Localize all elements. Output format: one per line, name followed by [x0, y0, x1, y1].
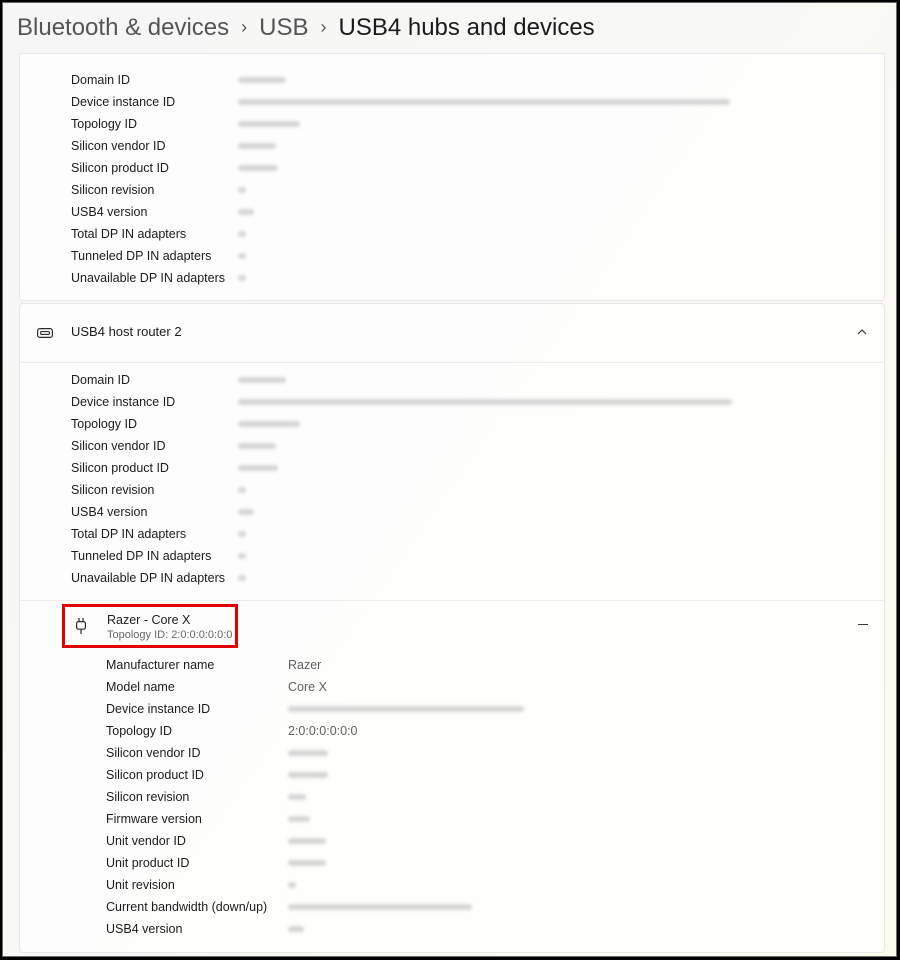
redacted-value — [288, 882, 296, 888]
device-silicon-vendor-id: Silicon vendor ID — [106, 746, 201, 760]
usb4-host-router-1-details: Domain ID Device instance ID Topology ID… — [19, 53, 885, 301]
usb4-host-router-2-header[interactable]: USB4 host router 2 — [20, 304, 884, 363]
router1-silicon-vendor-id: Silicon vendor ID — [71, 139, 166, 153]
redacted-value — [238, 253, 246, 259]
breadcrumb-separator: › — [241, 16, 248, 37]
device-silicon-revision: Silicon revision — [106, 790, 190, 804]
settings-window: Bluetooth & devices › USB › USB4 hubs an… — [2, 2, 897, 957]
redacted-value — [238, 465, 278, 471]
page-title: USB4 hubs and devices — [338, 14, 595, 41]
router2-silicon-product-id: Silicon product ID — [71, 461, 169, 475]
breadcrumb-usb[interactable]: USB — [259, 14, 308, 42]
router1-silicon-revision: Silicon revision — [71, 183, 155, 197]
redacted-value — [288, 794, 306, 800]
usb-plug-icon — [76, 618, 87, 634]
router1-domain-id: Domain ID — [71, 73, 131, 87]
redacted-value — [238, 575, 246, 581]
router2-silicon-revision: Silicon revision — [71, 483, 155, 497]
device-topology-id: Topology ID — [106, 724, 173, 738]
device-current-bandwidth: Current bandwidth (down/up) — [106, 900, 268, 914]
usb-port-icon — [37, 328, 53, 338]
device-model-value: Core X — [288, 680, 327, 694]
redacted-value — [288, 926, 304, 932]
device-firmware-version: Firmware version — [106, 812, 202, 826]
router2-device-instance-id: Device instance ID — [71, 395, 176, 409]
device-manufacturer-name: Manufacturer name — [106, 658, 215, 672]
router2-total-dp-in: Total DP IN adapters — [71, 527, 187, 541]
breadcrumb-bluetooth-devices[interactable]: Bluetooth & devices — [17, 14, 229, 42]
router2-usb4-version: USB4 version — [71, 505, 148, 519]
router2-tunneled-dp-in: Tunneled DP IN adapters — [71, 549, 212, 563]
redacted-value — [238, 165, 278, 171]
redacted-value — [238, 275, 246, 281]
redacted-value — [288, 838, 326, 844]
redacted-value — [238, 99, 730, 105]
router1-unavailable-dp-in: Unavailable DP IN adapters — [71, 271, 226, 285]
router1-device-instance-id: Device instance ID — [71, 95, 176, 109]
breadcrumb: Bluetooth & devices › USB › USB4 hubs an… — [17, 11, 595, 45]
router2-silicon-vendor-id: Silicon vendor ID — [71, 439, 166, 453]
redacted-value — [238, 553, 246, 559]
redacted-value — [238, 531, 246, 537]
redacted-value — [238, 487, 246, 493]
redacted-value — [288, 816, 310, 822]
device-unit-product-id: Unit product ID — [106, 856, 190, 870]
redacted-value — [288, 750, 328, 756]
section-divider — [20, 600, 884, 601]
redacted-value — [238, 121, 300, 127]
router-title: USB4 host router 2 — [71, 324, 182, 339]
router2-topology-id: Topology ID — [71, 417, 138, 431]
router1-usb4-version: USB4 version — [71, 205, 148, 219]
router1-tunneled-dp-in: Tunneled DP IN adapters — [71, 249, 212, 263]
device-title: Razer - Core X — [107, 613, 191, 627]
device-unit-revision: Unit revision — [106, 878, 175, 892]
router1-silicon-product-id: Silicon product ID — [71, 161, 169, 175]
device-topology-subtitle: Topology ID: 2:0:0:0:0:0:0 — [107, 629, 233, 641]
redacted-value — [288, 860, 326, 866]
router2-domain-id: Domain ID — [71, 373, 131, 387]
redacted-value — [238, 377, 286, 383]
redacted-value — [238, 187, 246, 193]
minus-icon[interactable] — [858, 624, 868, 625]
device-manufacturer-value: Razer — [288, 658, 322, 672]
router2-unavailable-dp-in: Unavailable DP IN adapters — [71, 571, 226, 585]
redacted-value — [238, 399, 732, 405]
device-usb4-version: USB4 version — [106, 922, 183, 936]
usb4-host-router-2-card: USB4 host router 2 Domain ID Device inst… — [19, 303, 885, 953]
breadcrumb-separator: › — [320, 16, 327, 37]
redacted-value — [288, 772, 328, 778]
router1-topology-id: Topology ID — [71, 117, 138, 131]
device-silicon-product-id: Silicon product ID — [106, 768, 204, 782]
device-topology-value: 2:0:0:0:0:0:0 — [288, 724, 358, 738]
redacted-value — [238, 443, 276, 449]
chevron-up-icon[interactable] — [856, 326, 868, 338]
redacted-value — [238, 421, 300, 427]
redacted-value — [238, 209, 254, 215]
redacted-value — [288, 706, 524, 712]
redacted-value — [238, 143, 276, 149]
redacted-value — [238, 77, 286, 83]
device-instance-id: Device instance ID — [106, 702, 211, 716]
device-razer-core-x-header[interactable]: Razer - Core X Topology ID: 2:0:0:0:0:0:… — [62, 604, 238, 648]
device-model-name: Model name — [106, 680, 175, 694]
redacted-value — [238, 509, 254, 515]
device-unit-vendor-id: Unit vendor ID — [106, 834, 186, 848]
redacted-value — [238, 231, 246, 237]
redacted-value — [288, 904, 472, 910]
router1-total-dp-in: Total DP IN adapters — [71, 227, 187, 241]
